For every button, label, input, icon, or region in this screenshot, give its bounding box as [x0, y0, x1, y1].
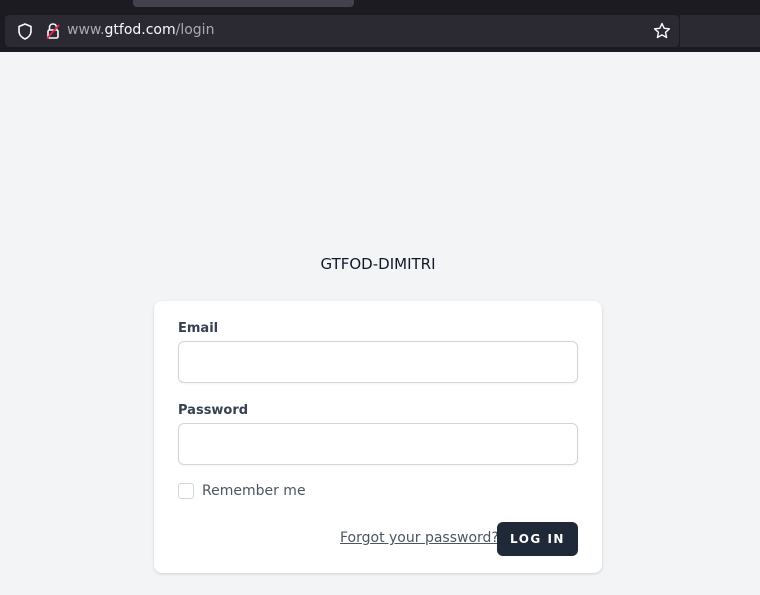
url-text[interactable]: www.gtfod.com/login: [67, 22, 214, 38]
remember-me-checkbox[interactable]: [178, 483, 194, 499]
remember-me-label[interactable]: Remember me: [202, 483, 306, 499]
lock-icon[interactable]: [45, 22, 61, 40]
url-path: /login: [175, 22, 215, 38]
login-card: Email Password Remember me Forgot your p…: [154, 301, 602, 573]
shield-icon[interactable]: [17, 23, 33, 40]
browser-chrome: www.gtfod.com/login: [0, 0, 760, 52]
tab-strip: [0, 0, 760, 10]
app-title: GTFOD-DIMITRI: [320, 255, 436, 273]
url-host: gtfod.com: [104, 22, 176, 38]
toolbar-right: [680, 15, 760, 47]
password-label: Password: [178, 403, 249, 418]
login-button[interactable]: LOG IN: [497, 522, 578, 556]
email-field[interactable]: [178, 341, 578, 383]
browser-tab[interactable]: [133, 0, 354, 7]
forgot-password-link[interactable]: Forgot your password?: [340, 530, 499, 546]
password-field[interactable]: [178, 423, 578, 465]
email-label: Email: [178, 321, 219, 336]
star-icon[interactable]: [653, 22, 671, 40]
url-host-prefix: www.: [67, 22, 105, 38]
address-bar[interactable]: www.gtfod.com/login: [5, 15, 679, 47]
